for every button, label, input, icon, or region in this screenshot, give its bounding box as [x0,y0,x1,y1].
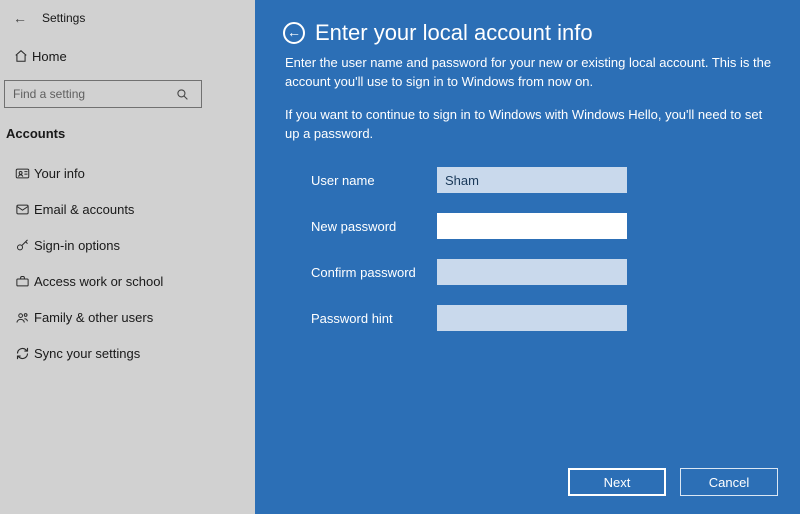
username-label: User name [311,173,437,188]
new-password-label: New password [311,219,437,234]
confirm-password-label: Confirm password [311,265,437,280]
dialog-para1: Enter the user name and password for you… [285,54,772,92]
local-account-dialog: ← Enter your local account info Enter th… [255,0,800,514]
username-input[interactable] [437,167,627,193]
form-area: User name New password Confirm password … [255,157,800,331]
new-password-input[interactable] [437,213,627,239]
next-button[interactable]: Next [568,468,666,496]
password-hint-label: Password hint [311,311,437,326]
dialog-title: Enter your local account info [315,20,593,46]
confirm-password-input[interactable] [437,259,627,285]
dialog-para2: If you want to continue to sign in to Wi… [285,106,772,144]
dialog-description: Enter the user name and password for you… [283,54,772,143]
back-button[interactable]: ← [283,22,305,44]
password-hint-input[interactable] [437,305,627,331]
arrow-left-icon: ← [287,25,301,39]
cancel-button[interactable]: Cancel [680,468,778,496]
